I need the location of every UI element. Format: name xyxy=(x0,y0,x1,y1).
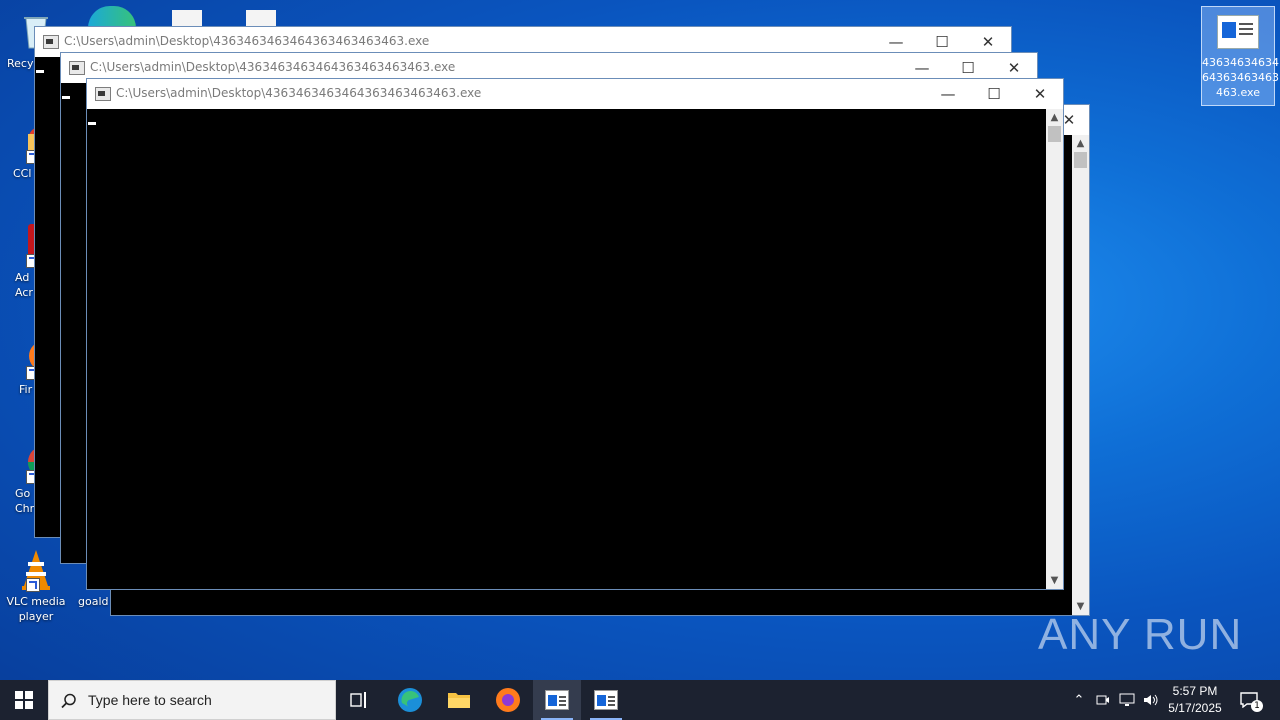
tray-network[interactable] xyxy=(1116,680,1138,720)
action-center-button[interactable]: 1 xyxy=(1234,680,1264,720)
clock-time: 5:57 PM xyxy=(1172,684,1218,698)
console-app-icon xyxy=(594,690,618,710)
vertical-scrollbar[interactable]: ▲ ▼ xyxy=(1072,135,1089,615)
minimize-button[interactable]: — xyxy=(925,79,971,109)
scroll-down-arrow-icon[interactable]: ▼ xyxy=(1046,572,1063,589)
taskbar-clock[interactable]: 5:57 PM 5/17/2025 xyxy=(1160,683,1230,717)
window-title: C:\Users\admin\Desktop\43634634634643634… xyxy=(90,60,456,74)
window-title: C:\Users\admin\Desktop\43634634634643634… xyxy=(64,34,430,48)
camera-icon xyxy=(1096,695,1109,705)
scroll-up-arrow-icon[interactable]: ▲ xyxy=(1072,135,1089,152)
taskbar-file-explorer[interactable] xyxy=(435,680,483,720)
console-window-3[interactable]: C:\Users\admin\Desktop\43634634634643634… xyxy=(86,78,1064,590)
window-title: C:\Users\admin\Desktop\43634634634643634… xyxy=(116,86,482,100)
task-view-icon xyxy=(350,692,366,708)
search-placeholder: Type here to search xyxy=(88,692,212,708)
console-app-icon xyxy=(545,690,569,710)
desktop-icon-exe-selected[interactable]: 43634634634 64363463463 463.exe xyxy=(1201,6,1279,106)
taskbar-firefox[interactable] xyxy=(484,680,532,720)
network-icon xyxy=(1119,693,1135,706)
shortcut-arrow-icon xyxy=(26,578,40,592)
taskbar-console-app-1[interactable] xyxy=(533,680,581,720)
vertical-scrollbar[interactable]: ▲ ▼ xyxy=(1046,109,1063,589)
scroll-thumb[interactable] xyxy=(1074,152,1087,168)
taskbar-edge[interactable] xyxy=(386,680,434,720)
taskbar-search-box[interactable]: Type here to search xyxy=(48,680,336,720)
window-titlebar[interactable]: C:\Users\admin\Desktop\43634634634643634… xyxy=(87,79,1063,109)
maximize-button[interactable]: ☐ xyxy=(971,79,1017,109)
desktop-icon-label: 43634634634 64363463463 463.exe xyxy=(1202,56,1279,99)
firefox-icon xyxy=(496,688,520,712)
console-app-icon xyxy=(69,61,85,75)
scroll-thumb[interactable] xyxy=(1048,126,1061,142)
task-view-button[interactable] xyxy=(336,680,384,720)
console-app-icon xyxy=(43,35,59,49)
taskbar: Type here to search ⌃ 5:57 PM 5/17/2025 … xyxy=(0,680,1280,720)
start-button[interactable] xyxy=(0,680,48,720)
folder-icon xyxy=(448,693,470,708)
speaker-icon xyxy=(1144,694,1158,706)
taskbar-console-app-2[interactable] xyxy=(582,680,630,720)
scroll-up-arrow-icon[interactable]: ▲ xyxy=(1046,109,1063,126)
text-cursor xyxy=(36,70,44,73)
exe-icon xyxy=(1217,15,1259,49)
notification-count-badge: 1 xyxy=(1251,700,1263,712)
tray-meet-now[interactable] xyxy=(1092,680,1114,720)
text-cursor xyxy=(88,122,96,125)
close-button[interactable]: ✕ xyxy=(1017,79,1063,109)
tray-volume[interactable] xyxy=(1140,680,1162,720)
windows-logo-icon xyxy=(15,691,33,709)
anyrun-watermark: ANY RUN xyxy=(1038,610,1243,659)
console-app-icon xyxy=(95,87,111,101)
clock-date: 5/17/2025 xyxy=(1168,701,1222,715)
show-hidden-icons-button[interactable]: ⌃ xyxy=(1068,680,1090,720)
edge-icon xyxy=(398,688,422,712)
search-icon xyxy=(61,693,76,709)
edge-desktop-icon-partial[interactable] xyxy=(88,6,136,28)
vlc-icon xyxy=(14,548,58,592)
chevron-up-icon: ⌃ xyxy=(1073,692,1085,708)
desktop-icon-label: VLC media player xyxy=(6,595,66,623)
text-cursor xyxy=(62,96,70,99)
